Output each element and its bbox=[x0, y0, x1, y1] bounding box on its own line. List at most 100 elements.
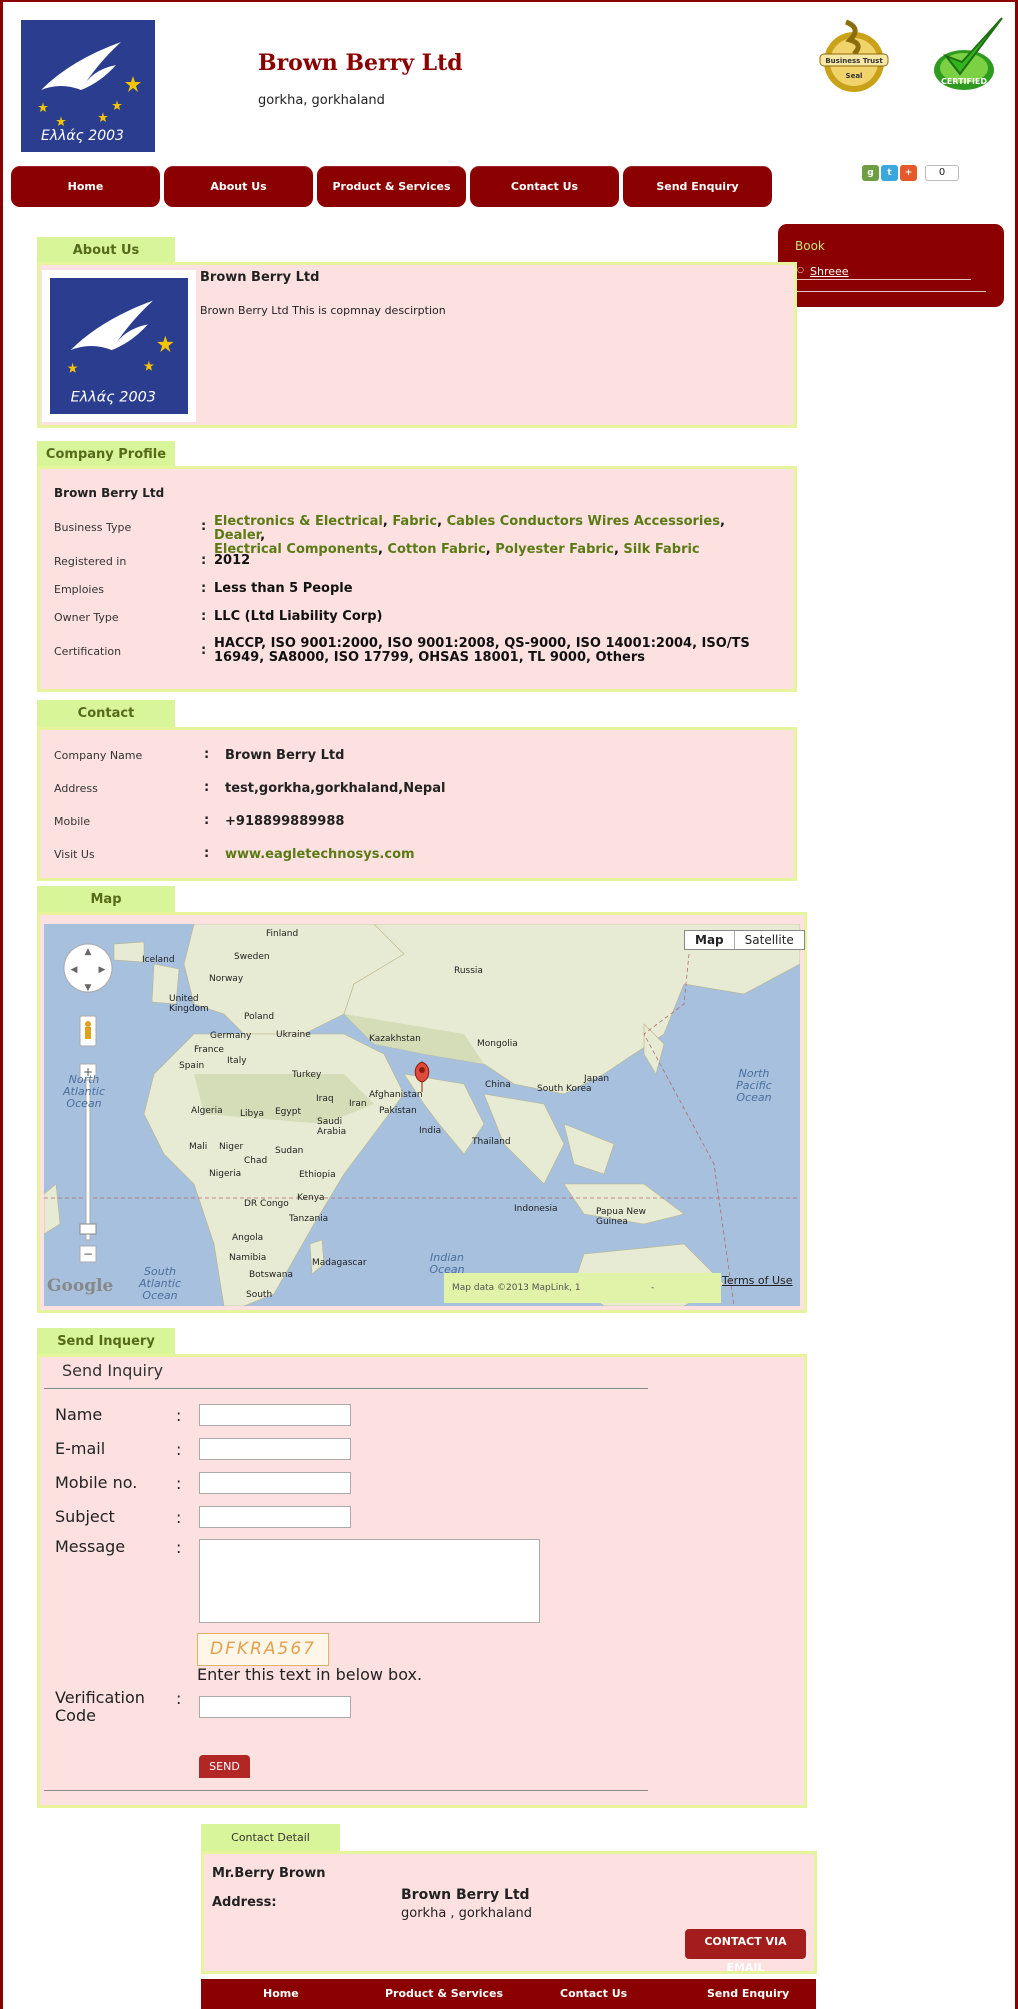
map-pan-control[interactable]: ▲ ▼ ◀ ▶ bbox=[63, 943, 113, 993]
svg-text:−: − bbox=[83, 1247, 93, 1261]
business-type-link[interactable]: Dealer bbox=[214, 528, 260, 543]
nav-about-us[interactable]: About Us bbox=[164, 166, 313, 207]
footer-nav-home[interactable]: Home bbox=[263, 1979, 299, 2009]
tab-company-profile: Company Profile bbox=[37, 441, 175, 468]
logo-text: Ελλάς 2003 bbox=[41, 128, 124, 144]
inquiry-title: Send Inquiry bbox=[62, 1361, 164, 1380]
email-input[interactable] bbox=[199, 1438, 351, 1460]
visit-us-label: Visit Us bbox=[54, 848, 95, 861]
google-map[interactable]: ▲ ▼ ◀ ▶ + − Iceland Finland Sweden Norwa… bbox=[44, 924, 800, 1306]
owner-type-label: Owner Type bbox=[54, 611, 119, 624]
mobile-input[interactable] bbox=[199, 1472, 351, 1494]
map-label: South Korea bbox=[537, 1084, 592, 1094]
nav-send-enquiry[interactable]: Send Enquiry bbox=[623, 166, 772, 207]
nav-product-services[interactable]: Product & Services bbox=[317, 166, 466, 207]
registered-label: Registered in bbox=[54, 555, 127, 568]
message-textarea[interactable] bbox=[199, 1539, 540, 1623]
about-logo: Ελλάς 2003 bbox=[42, 270, 196, 422]
map-label: Italy bbox=[227, 1056, 247, 1066]
contact-company: Brown Berry Ltd bbox=[225, 748, 345, 763]
footer-nav-contact-us[interactable]: Contact Us bbox=[560, 1979, 627, 2009]
sidebar-title: Book bbox=[795, 239, 825, 253]
street-view-pegman-icon[interactable] bbox=[79, 1015, 97, 1047]
colon: : bbox=[204, 846, 210, 861]
map-label: Norway bbox=[209, 974, 244, 984]
map-label: Iceland bbox=[142, 955, 175, 965]
map-label: Ukraine bbox=[276, 1030, 311, 1040]
website-link[interactable]: www.eagletechnosys.com bbox=[225, 847, 415, 862]
registered-value: 2012 bbox=[214, 553, 251, 568]
map-label: France bbox=[194, 1045, 224, 1055]
map-label: Ethiopia bbox=[299, 1170, 336, 1180]
map-label: South bbox=[246, 1290, 273, 1300]
map-label: Egypt bbox=[275, 1107, 301, 1117]
colon: : bbox=[201, 553, 207, 568]
company-name-label: Company Name bbox=[54, 749, 143, 762]
address-label: Address bbox=[54, 782, 98, 795]
footer-nav-send-enquiry[interactable]: Send Enquiry bbox=[707, 1979, 789, 2009]
contact-via-email-button[interactable]: CONTACT VIA EMAIL bbox=[685, 1929, 806, 1974]
footer-nav: Home Product & Services Contact Us Send … bbox=[201, 1979, 816, 2009]
colon: : bbox=[201, 643, 207, 658]
sidebar-item-shreee[interactable]: Shreee bbox=[797, 265, 971, 280]
map-type-map-button[interactable]: Map bbox=[685, 931, 735, 949]
google-logo[interactable]: Google bbox=[47, 1276, 113, 1296]
send-button[interactable]: SEND bbox=[199, 1755, 250, 1778]
map-label: Thailand bbox=[472, 1137, 511, 1147]
google-share-icon[interactable]: g bbox=[862, 165, 879, 181]
map-label: Botswana bbox=[249, 1270, 293, 1280]
footer-nav-product-services[interactable]: Product & Services bbox=[385, 1979, 503, 2009]
contact-address: test,gorkha,gorkhaland,Nepal bbox=[225, 781, 446, 796]
tab-contact-detail: Contact Detail bbox=[201, 1824, 340, 1851]
map-type-control: Map Satellite bbox=[684, 930, 805, 950]
nav-home[interactable]: Home bbox=[11, 166, 160, 207]
business-type-link[interactable]: Electronics & Electrical bbox=[214, 514, 383, 529]
share-count: 0 bbox=[925, 165, 959, 181]
about-company-name: Brown Berry Ltd bbox=[200, 270, 320, 285]
addthis-plus-icon[interactable]: + bbox=[900, 165, 917, 181]
sidebar-divider bbox=[797, 291, 986, 292]
employees-value: Less than 5 People bbox=[214, 581, 353, 596]
svg-text:▲: ▲ bbox=[85, 947, 92, 957]
colon: : bbox=[176, 1538, 182, 1557]
map-label: Iran bbox=[349, 1099, 367, 1109]
colon: : bbox=[176, 1508, 182, 1527]
map-label: Nigeria bbox=[209, 1169, 242, 1179]
map-label: Madagascar bbox=[312, 1258, 367, 1268]
contact-detail-company: Brown Berry Ltd bbox=[401, 1887, 530, 1903]
twitter-share-icon[interactable]: t bbox=[881, 165, 898, 181]
company-logo[interactable]: Ελλάς 2003 bbox=[21, 20, 155, 152]
captcha-image: DFKRA567 bbox=[197, 1633, 329, 1666]
map-label: India bbox=[419, 1126, 442, 1136]
svg-text:▼: ▼ bbox=[85, 983, 92, 993]
colon: : bbox=[201, 581, 207, 596]
map-label: Angola bbox=[232, 1233, 264, 1243]
map-label: Libya bbox=[240, 1109, 265, 1119]
map-label: Japan bbox=[584, 1074, 610, 1084]
map-type-satellite-button[interactable]: Satellite bbox=[735, 931, 804, 949]
business-type-link[interactable]: Cables Conductors Wires Accessories bbox=[447, 514, 720, 529]
map-label: Afghanistan bbox=[369, 1090, 423, 1100]
business-type-link[interactable]: Fabric bbox=[392, 514, 437, 529]
colon: : bbox=[176, 1689, 182, 1708]
nav-contact-us[interactable]: Contact Us bbox=[470, 166, 619, 207]
map-ocean-label: North Pacific Ocean bbox=[736, 1067, 772, 1104]
inquiry-bottom-divider bbox=[44, 1790, 648, 1791]
about-logo-text: Ελλάς 2003 bbox=[71, 390, 156, 406]
map-terms-link[interactable]: Terms of Use bbox=[722, 1274, 793, 1287]
map-label: China bbox=[485, 1080, 511, 1090]
verification-code-input[interactable] bbox=[199, 1696, 351, 1718]
map-label: Poland bbox=[244, 1012, 275, 1022]
map-label: Algeria bbox=[191, 1106, 223, 1116]
email-label: E-mail bbox=[55, 1439, 106, 1458]
name-input[interactable] bbox=[199, 1404, 351, 1426]
message-label: Message bbox=[55, 1537, 126, 1556]
tab-about-us: About Us bbox=[37, 237, 175, 264]
map-label: Germany bbox=[210, 1031, 252, 1041]
map-label: Mongolia bbox=[477, 1039, 518, 1049]
svg-text:◀: ◀ bbox=[71, 965, 78, 975]
colon: : bbox=[176, 1474, 182, 1493]
map-label: Namibia bbox=[229, 1253, 267, 1263]
subject-input[interactable] bbox=[199, 1506, 351, 1528]
map-label: Papua New Guinea bbox=[596, 1207, 646, 1227]
